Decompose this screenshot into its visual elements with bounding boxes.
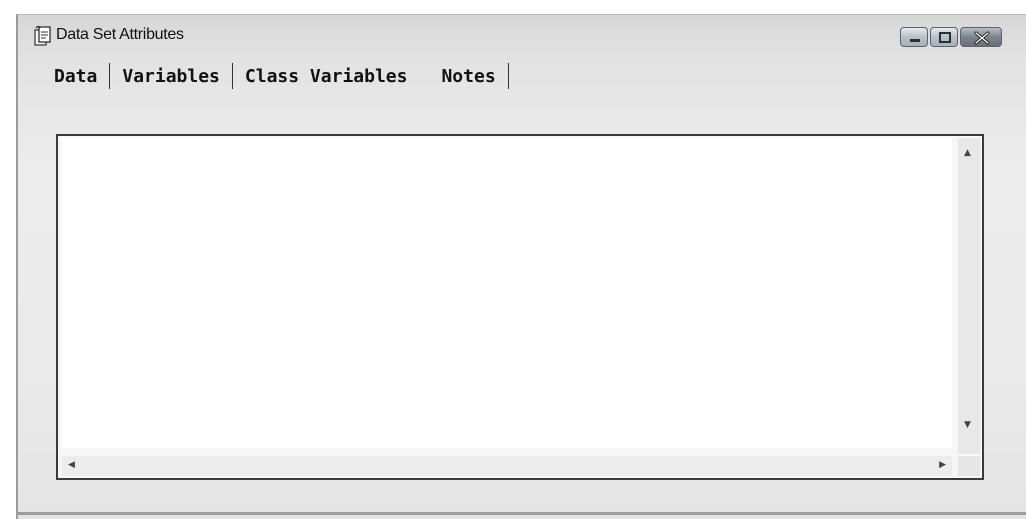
window-bottom-border: [16, 512, 1026, 515]
tab-data[interactable]: Data: [44, 66, 107, 87]
title-bar[interactable]: Data Set Attributes: [18, 15, 1026, 55]
arrow-down-icon[interactable]: ▼: [964, 421, 971, 430]
close-button[interactable]: [960, 27, 1002, 47]
tab-separator: [109, 63, 111, 89]
document-properties-icon: [34, 25, 52, 47]
tab-bar: Data Variables Class Variables Notes: [44, 61, 511, 91]
minimize-icon: [910, 39, 920, 42]
vertical-scrollbar[interactable]: ▲ ▼: [958, 138, 980, 454]
maximize-icon: [939, 32, 951, 43]
maximize-button[interactable]: [930, 27, 958, 47]
tab-separator: [507, 63, 509, 89]
horizontal-scrollbar[interactable]: ◀ ▶: [62, 456, 952, 476]
tab-separator: [231, 63, 233, 89]
arrow-left-icon[interactable]: ◀: [68, 461, 75, 470]
arrow-right-icon[interactable]: ▶: [939, 461, 946, 470]
notes-text-area[interactable]: [62, 138, 952, 448]
arrow-up-icon[interactable]: ▲: [964, 149, 971, 158]
minimize-button[interactable]: [900, 27, 928, 47]
data-set-attributes-window: Data Set Attributes Data Variables Class…: [16, 14, 1026, 519]
notes-text-area-frame: ▲ ▼ ◀ ▶: [56, 134, 984, 480]
tab-notes[interactable]: Notes: [431, 66, 505, 87]
close-icon: [974, 31, 990, 45]
window-title: Data Set Attributes: [56, 26, 184, 43]
tab-variables[interactable]: Variables: [112, 66, 230, 87]
tab-class-variables[interactable]: Class Variables: [235, 66, 418, 87]
scroll-corner: [958, 456, 980, 476]
